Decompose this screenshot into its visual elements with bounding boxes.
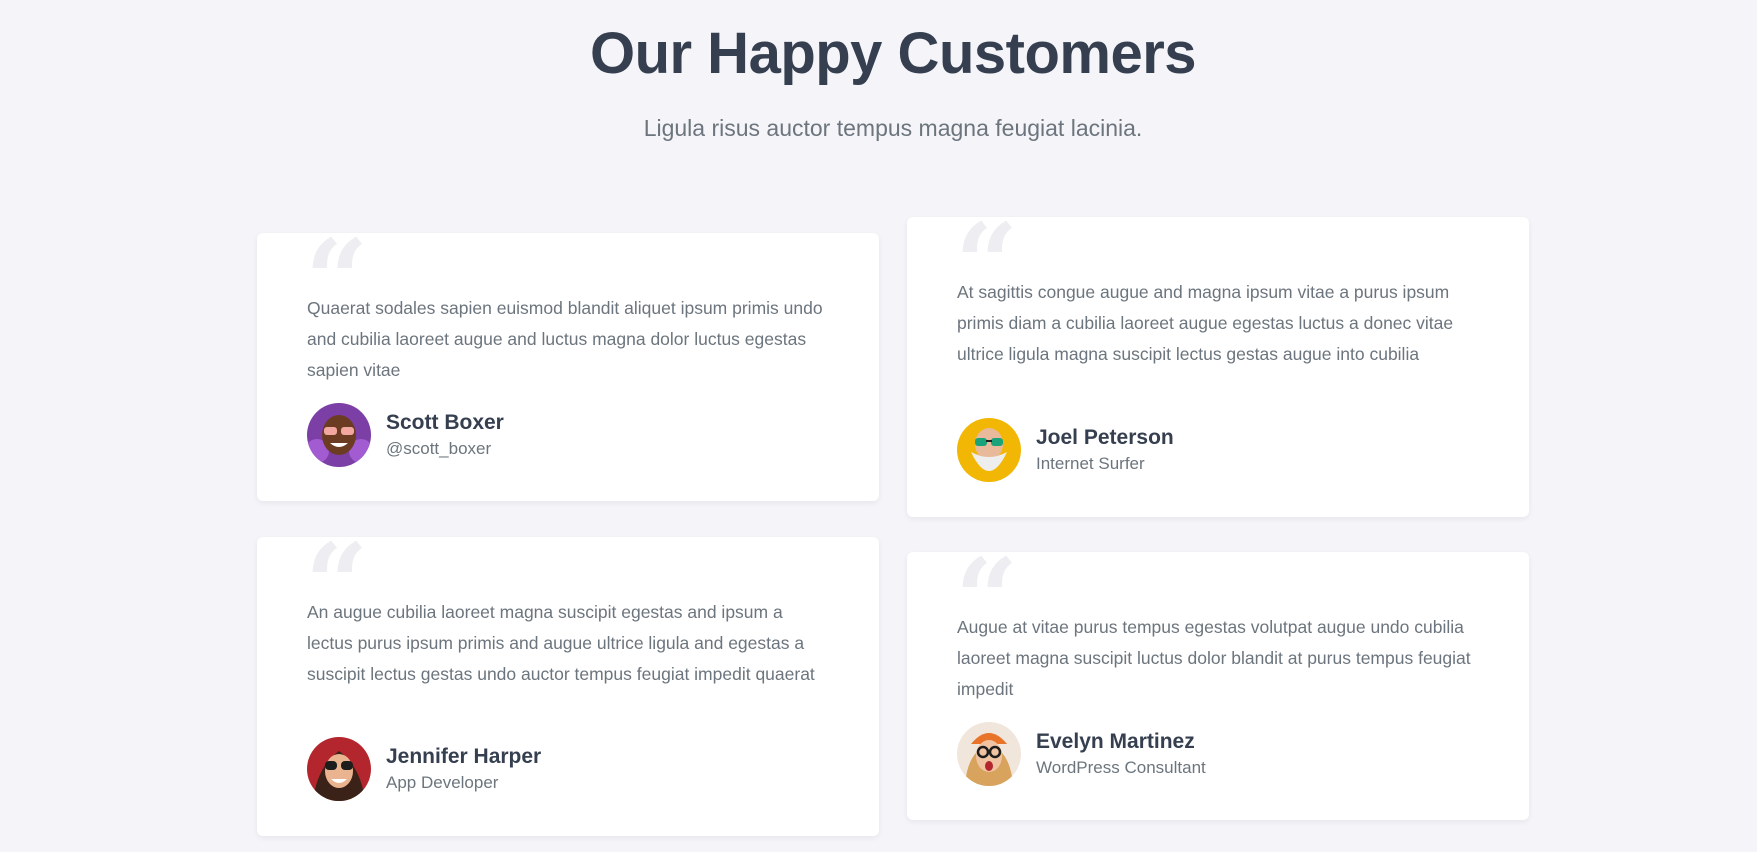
author-name: Evelyn Martinez bbox=[1036, 729, 1195, 753]
testimonial-text: Augue at vitae purus tempus egestas volu… bbox=[957, 617, 1471, 699]
testimonial-card-jennifer-harper: “ An augue cubilia laoreet magna suscipi… bbox=[257, 529, 879, 836]
testimonial-card-scott-boxer: “ Quaerat sodales sapien euismod blandit… bbox=[257, 225, 879, 501]
avatar bbox=[307, 403, 371, 467]
testimonial-card-joel-peterson: “ At sagittis congue augue and magna ips… bbox=[907, 209, 1529, 517]
author-role: WordPress Consultant bbox=[1036, 757, 1206, 777]
author-handle: @scott_boxer bbox=[386, 438, 492, 458]
testimonial-author: Evelyn Martinez WordPress Consultant bbox=[957, 722, 1206, 786]
author-name: Scott Boxer bbox=[386, 410, 504, 434]
testimonial-text: Quaerat sodales sapien euismod blandit a… bbox=[307, 298, 823, 380]
testimonial-author: Jennifer Harper App Developer bbox=[307, 737, 541, 801]
testimonial-card-evelyn-martinez: “ Augue at vitae purus tempus egestas vo… bbox=[907, 544, 1529, 820]
testimonial-author: Joel Peterson Internet Surfer bbox=[957, 418, 1174, 482]
author-name: Joel Peterson bbox=[1036, 425, 1174, 449]
section-title: Our Happy Customers bbox=[589, 21, 1197, 86]
author-role: Internet Surfer bbox=[1036, 453, 1145, 473]
author-role: App Developer bbox=[386, 772, 499, 792]
testimonial-text: At sagittis congue augue and magna ipsum… bbox=[957, 282, 1454, 364]
testimonial-author: Scott Boxer @scott_boxer bbox=[307, 403, 504, 467]
author-name: Jennifer Harper bbox=[386, 744, 542, 768]
avatar bbox=[307, 737, 371, 801]
testimonial-text: An augue cubilia laoreet magna suscipit … bbox=[307, 602, 815, 684]
avatar bbox=[957, 722, 1021, 786]
section-subtitle: Ligula risus auctor tempus magna feugiat… bbox=[643, 115, 1143, 141]
avatar bbox=[957, 418, 1021, 482]
